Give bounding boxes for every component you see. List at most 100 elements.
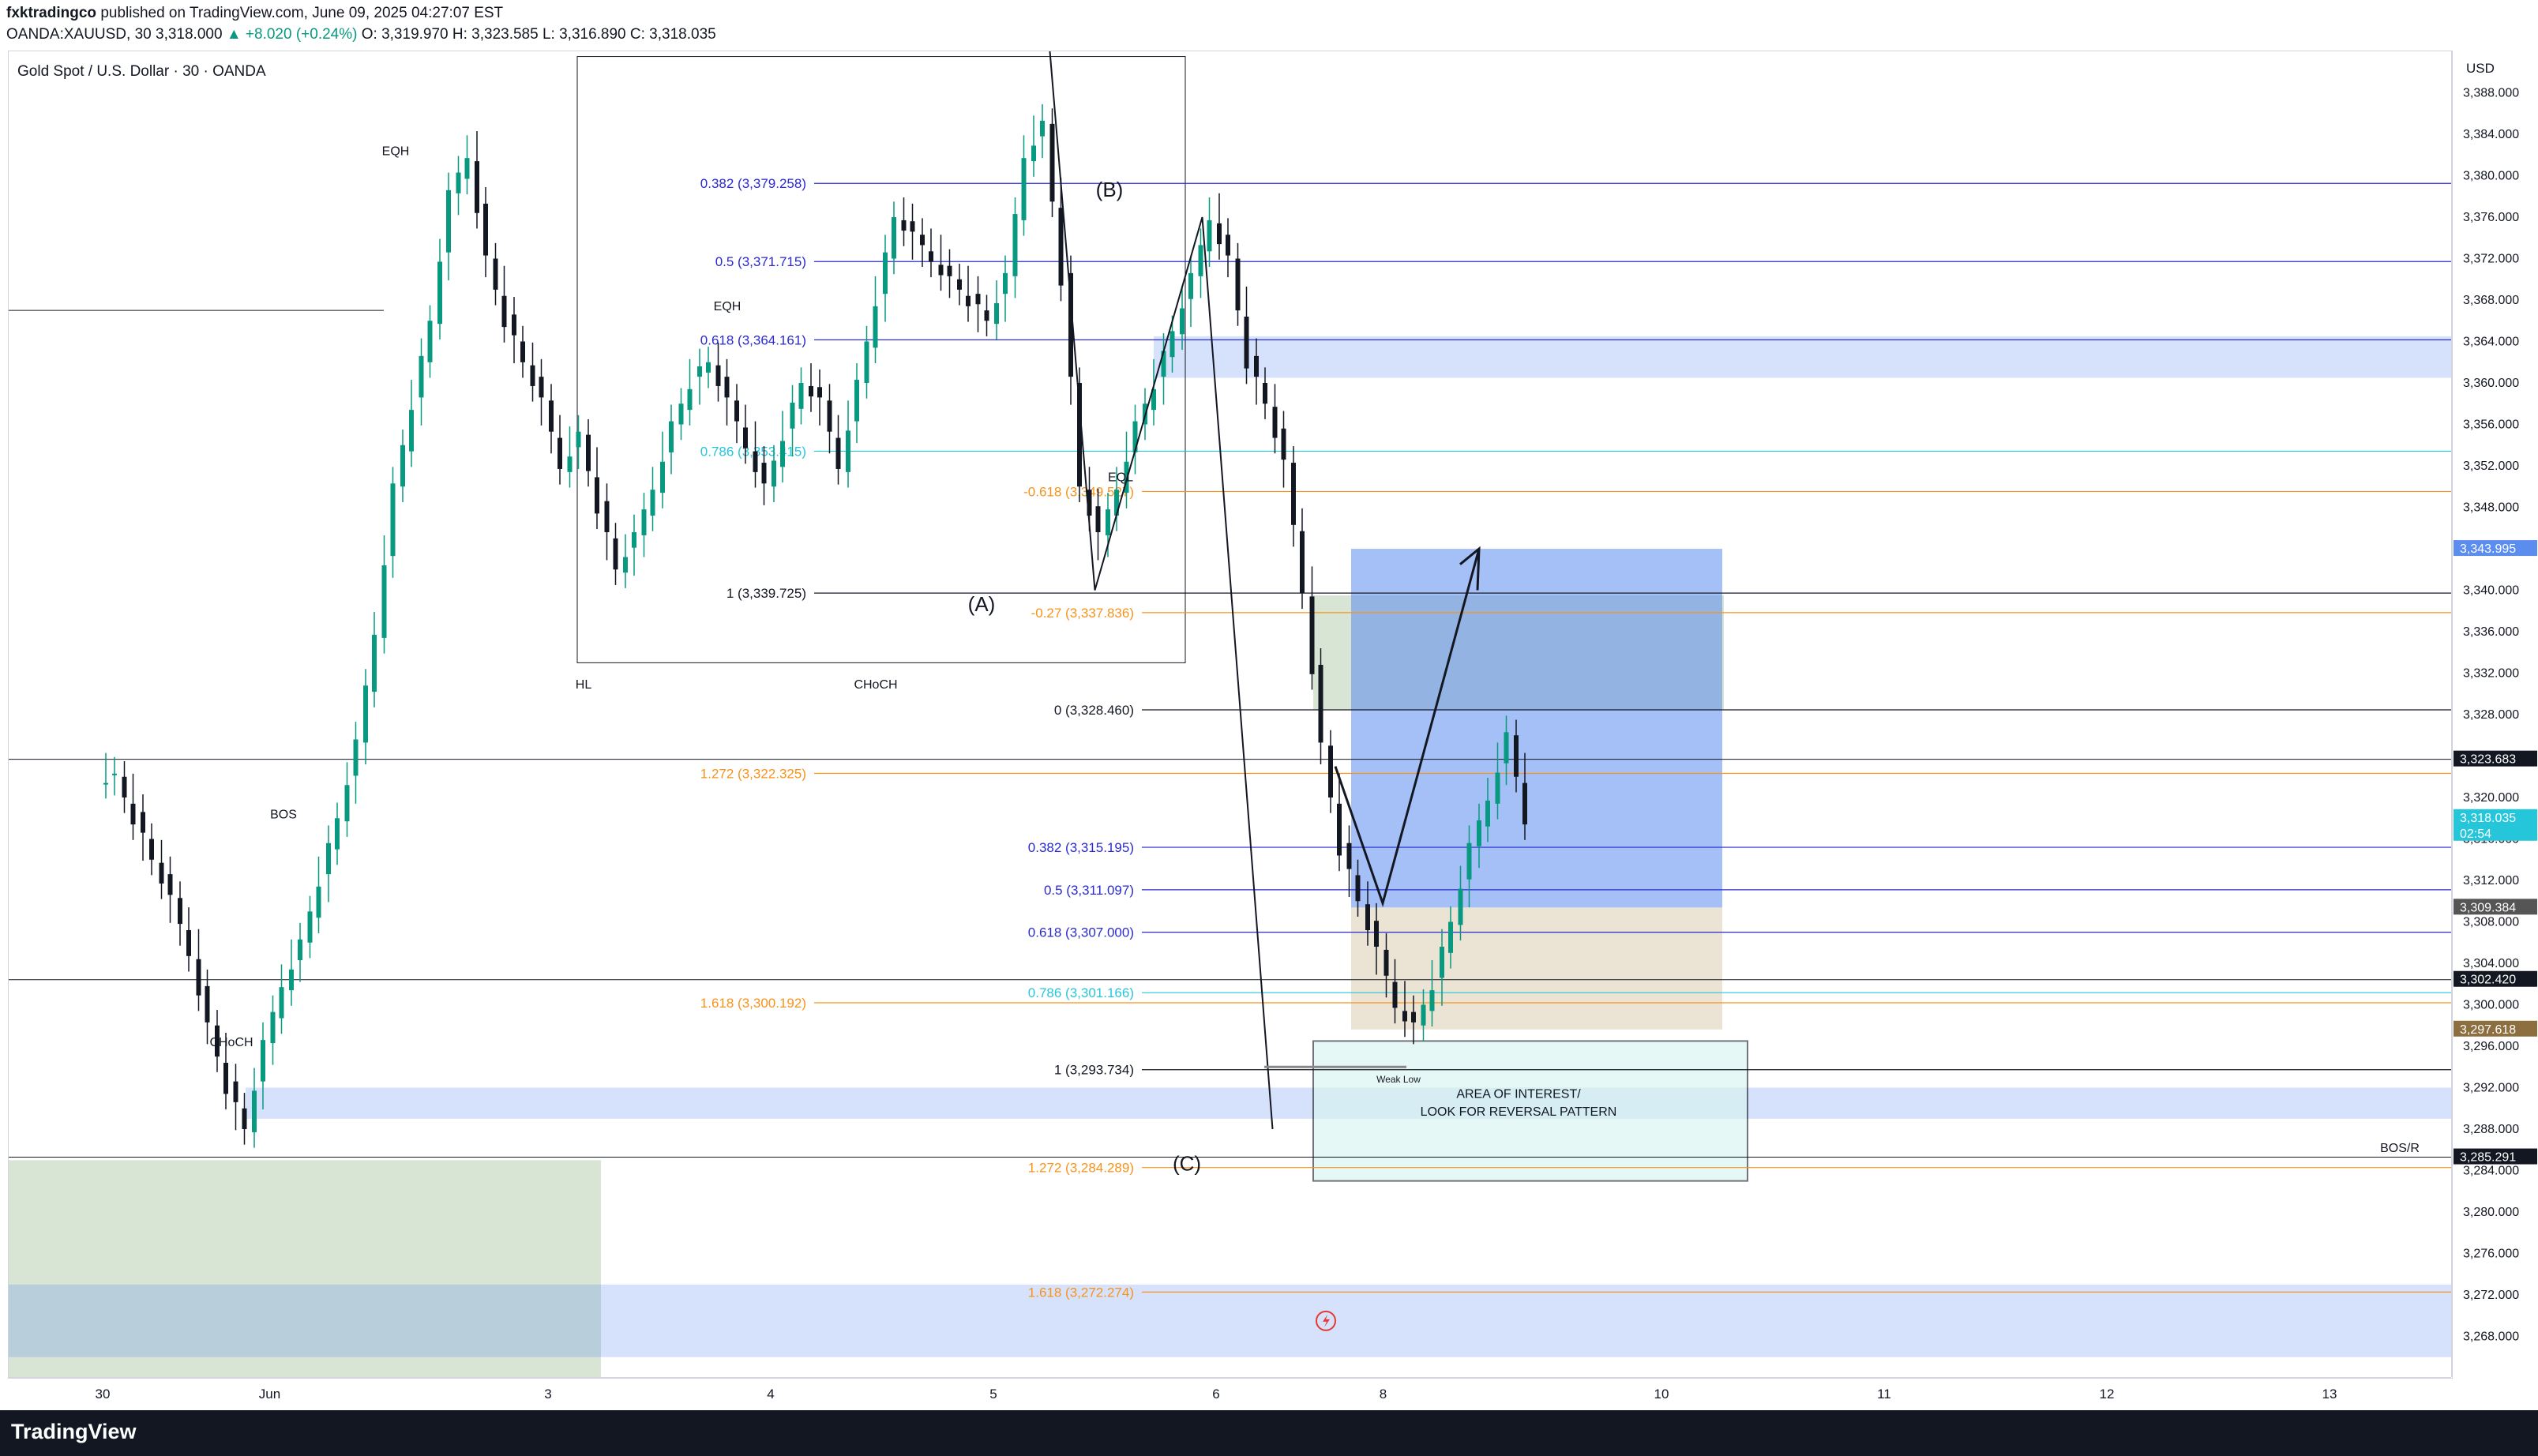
candle-body [706,362,711,373]
candle-body [549,400,554,432]
candle-body [344,785,350,822]
candle-body [1049,123,1055,202]
candle-body [660,461,665,493]
candle-body [1031,145,1036,162]
candle-body [929,251,933,262]
last-price-label: 3,309.384 [2460,901,2516,914]
candle-body [353,739,359,776]
publisher-name[interactable]: fxktradingco [6,5,96,21]
candle-body [669,421,674,452]
candle-body [456,172,461,193]
chart-pane[interactable]: 0.382 (3,379.258) 0.5 (3,371.715) 0.618 (3… [8,51,2453,1379]
y-tick-label: 3,272.000 [2463,1289,2519,1302]
candle-body [464,158,470,179]
candle-body [1365,904,1370,930]
candle-body [530,365,535,386]
candle-body [1318,665,1323,743]
candle-body [205,985,210,1023]
candle-body [957,279,962,290]
candle-body [1254,355,1259,377]
fib-level-label: 1 (3,339.725) [726,586,806,601]
candle-body [1106,509,1110,535]
candle-body [1272,407,1278,438]
candle-body [493,258,498,290]
candle-body [1263,383,1267,404]
candle-body [1440,947,1444,978]
y-tick-label: 3,292.000 [2463,1082,2519,1095]
y-tick-label: 3,268.000 [2463,1330,2519,1344]
x-tick-label: 3 [544,1387,551,1402]
candle-body [196,959,201,996]
annotation-label: CHoCH [209,1036,253,1049]
price-axis[interactable]: USD 3,268.000 3,272.000 3,276.000 3,280.000 3… [2451,51,2538,1377]
last-price-label: 3,302.420 [2460,974,2516,987]
price-change: ▲ +8.020 (+0.24%) [226,26,358,43]
candle-body [409,410,414,452]
candle-body [1281,428,1286,460]
candle-body [501,295,507,328]
time-axis[interactable]: 30Jun34568101112131516 [8,1377,2504,1411]
candle-body [1411,1011,1416,1023]
candle-body [437,261,442,325]
last-price-label: 3,318.035 [2460,812,2516,825]
candle-body [947,265,952,276]
candle-body [1170,331,1175,358]
y-tick-label: 3,352.000 [2463,460,2519,473]
candle-body [1384,949,1389,976]
y-tick-label: 3,348.000 [2463,501,2519,515]
y-tick-label: 3,304.000 [2463,957,2519,970]
candle-body [326,842,331,875]
position-target-zone [1351,549,1722,908]
candle-body [576,431,581,448]
candle-body [1198,245,1203,276]
candle-body [1392,981,1398,1008]
axis-currency: USD [2466,61,2495,76]
candle-body [1188,272,1193,299]
candle-body [1504,732,1509,764]
annotation-label: CHoCH [854,678,897,692]
fib-level-label: 0.382 (3,379.258) [700,176,806,191]
candle-body [390,483,396,557]
candle-body [400,445,405,487]
candle-body [1477,820,1481,846]
annotation-label: (B) [1096,178,1124,201]
candle-body [761,463,767,484]
fib-level-label: 0.618 (3,307.000) [1028,925,1134,940]
candle-body [149,839,154,860]
fib-level-label: 1 (3,293.734) [1054,1063,1134,1078]
fib-level-label: 0.786 (3,301.166) [1028,985,1134,1000]
y-tick-label: 3,280.000 [2463,1206,2519,1219]
y-tick-label: 3,380.000 [2463,170,2519,183]
last-price-label: 3,297.618 [2460,1023,2516,1037]
candle-body [539,377,544,398]
published-text: published on TradingView.com, June 09, 2… [100,5,504,21]
time-axis-canvas: 30Jun34568101112131516 [96,1387,2504,1402]
candle-body [809,385,813,397]
chart-canvas[interactable]: 0.382 (3,379.258) 0.5 (3,371.715) 0.618 (3… [9,51,2452,1378]
x-tick-label: Jun [259,1387,280,1402]
candle-body [827,400,832,432]
candle-body [558,437,562,469]
candle-body [623,557,628,573]
x-tick-label: 4 [767,1387,774,1402]
last-price: 3,318.000 [156,26,223,43]
candle-body [122,776,127,797]
annotation-label: BOS [270,808,297,821]
annotation-label: Weak Low [1376,1074,1421,1085]
candle-body [975,294,981,305]
y-tick-label: 3,332.000 [2463,667,2519,681]
candle-body [1355,875,1361,902]
candle-body [632,532,636,548]
candle-body [1300,531,1305,594]
candle-body [1514,735,1519,777]
candle-body [130,803,136,825]
candle-body [938,265,944,276]
fib-level-label: 0 (3,328.460) [1054,703,1134,718]
annotation-label: AREA OF INTEREST/ [1456,1088,1581,1101]
tradingview-logo[interactable]: TradingView [11,1420,137,1444]
candle-body [1235,258,1241,311]
fib-level-label: 0.5 (3,371.715) [715,254,806,269]
candle-body [1244,317,1249,369]
candle-body [687,388,693,411]
candle-body [966,295,971,306]
